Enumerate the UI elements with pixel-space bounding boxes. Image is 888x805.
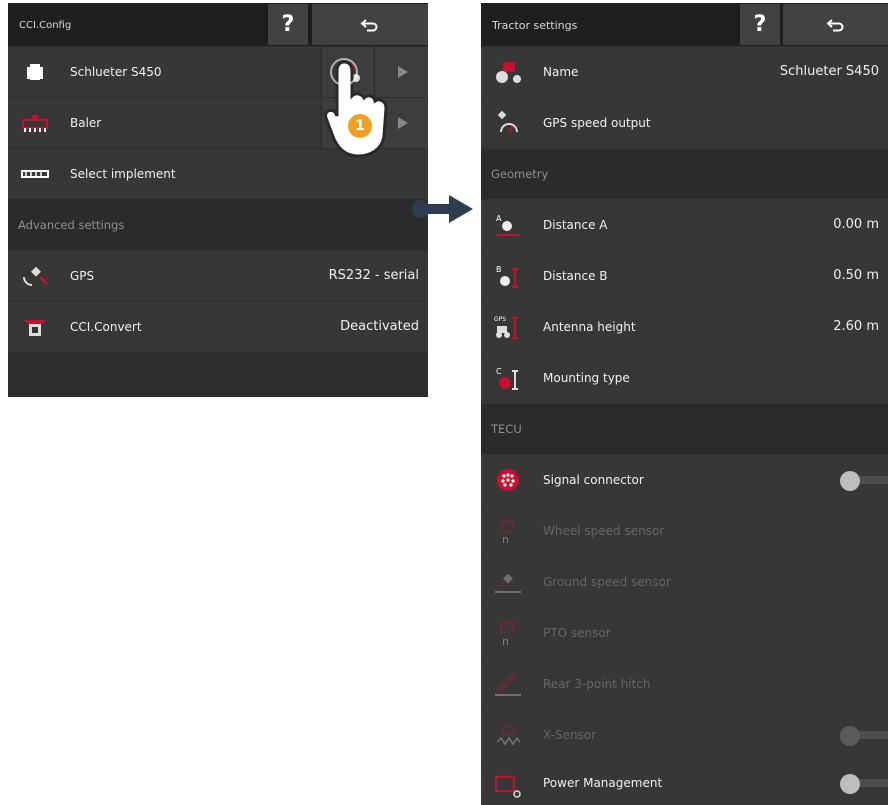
- distance-a-row[interactable]: A Distance A 0.00 m: [481, 200, 888, 250]
- tractor-name: Schlueter S450: [70, 65, 162, 79]
- power-management-label: Power Management: [543, 776, 663, 790]
- advanced-settings-header: Advanced settings: [8, 200, 428, 250]
- help-button[interactable]: ?: [740, 4, 780, 45]
- rear-hitch-row: Rear 3-point hitch: [481, 659, 888, 709]
- panel-title: CCI.Config: [19, 20, 72, 31]
- step-number-badge: 1: [348, 114, 372, 138]
- antenna-height-label: Antenna height: [543, 320, 636, 334]
- ground-speed-icon: [495, 573, 521, 593]
- gps-speed-output-row[interactable]: GPS speed output: [481, 98, 888, 148]
- pto-sensor-label: PTO sensor: [543, 626, 611, 640]
- help-button[interactable]: ?: [268, 4, 308, 45]
- power-management-toggle[interactable]: [840, 774, 888, 794]
- x-sensor-icon: [496, 724, 521, 746]
- signal-connector-toggle[interactable]: [840, 471, 888, 491]
- tractor-icon: [27, 64, 43, 80]
- ground-speed-label: Ground speed sensor: [543, 575, 671, 589]
- ground-speed-sensor-row: Ground speed sensor: [481, 557, 888, 607]
- rear-hitch-label: Rear 3-point hitch: [543, 677, 651, 691]
- tractor-settings-panel: Tractor settings ? Name Schlueter S450 G…: [481, 3, 888, 805]
- pto-sensor-icon: n: [500, 621, 514, 646]
- section-title: TECU: [491, 422, 522, 436]
- signal-connector-row[interactable]: Signal connector: [481, 455, 888, 505]
- x-sensor-label: X-Sensor: [543, 728, 597, 742]
- section-title: Geometry: [491, 167, 549, 181]
- mounting-type-row[interactable]: C Mounting type: [481, 353, 888, 403]
- back-button[interactable]: [312, 4, 428, 45]
- gps-speed-label: GPS speed output: [543, 116, 651, 130]
- svg-text:n: n: [502, 533, 509, 544]
- wheel-speed-sensor-row: n Wheel speed sensor: [481, 506, 888, 556]
- gps-satellite-icon: [23, 266, 49, 286]
- navigation-arrow-icon: [412, 195, 473, 223]
- svg-text:GPS: GPS: [494, 316, 506, 323]
- signal-connector-icon: [497, 469, 519, 491]
- svg-text:B: B: [496, 265, 502, 274]
- convert-device-icon: [24, 320, 46, 336]
- gps-speed-icon: [497, 110, 518, 133]
- panel-title: Tractor settings: [492, 19, 578, 32]
- distance-a-label: Distance A: [543, 218, 608, 232]
- cci-convert-value: Deactivated: [340, 319, 419, 334]
- mounting-type-icon: C: [496, 367, 518, 390]
- svg-text:n: n: [502, 635, 509, 646]
- geometry-header: Geometry: [481, 149, 888, 199]
- cci-convert-row[interactable]: CCI.Convert Deactivated: [8, 302, 428, 352]
- play-arrow-icon: [398, 117, 408, 129]
- play-arrow-icon: [398, 66, 408, 78]
- distance-b-icon: B: [496, 265, 518, 288]
- tecu-header: TECU: [481, 404, 888, 454]
- title-bar: Tractor settings ?: [481, 3, 888, 46]
- pointing-hand-icon: [324, 58, 388, 158]
- undo-arrow-icon: [360, 19, 378, 32]
- baler-name: Baler: [70, 116, 102, 130]
- implement-icon: [21, 170, 49, 178]
- section-title: Advanced settings: [18, 218, 125, 232]
- gps-value: RS232 - serial: [328, 268, 419, 283]
- name-value: Schlueter S450: [779, 64, 879, 79]
- battery-icon: [495, 775, 521, 798]
- baler-icon: [22, 115, 48, 132]
- wheel-speed-icon: n: [500, 519, 514, 544]
- x-sensor-row: X-Sensor: [481, 710, 888, 760]
- pto-sensor-row: n PTO sensor: [481, 608, 888, 658]
- undo-arrow-icon: [825, 19, 843, 32]
- select-implement-label: Select implement: [70, 167, 176, 181]
- signal-connector-label: Signal connector: [543, 473, 644, 487]
- gps-label: GPS: [70, 269, 95, 283]
- svg-text:A: A: [496, 214, 502, 223]
- back-button[interactable]: [783, 4, 888, 45]
- distance-b-label: Distance B: [543, 269, 608, 283]
- antenna-height-row[interactable]: GPS Antenna height 2.60 m: [481, 302, 888, 352]
- wheel-speed-label: Wheel speed sensor: [543, 524, 665, 538]
- name-row[interactable]: Name Schlueter S450: [481, 47, 888, 97]
- rear-hitch-icon: [495, 673, 521, 696]
- tractor-icon: [496, 62, 521, 83]
- title-bar: CCI.Config ?: [8, 3, 428, 46]
- svg-text:C: C: [496, 367, 502, 376]
- distance-a-icon: A: [496, 214, 519, 236]
- mounting-type-label: Mounting type: [543, 371, 630, 385]
- distance-a-value: 0.00 m: [833, 217, 879, 232]
- distance-b-row[interactable]: B Distance B 0.50 m: [481, 251, 888, 301]
- antenna-height-value: 2.60 m: [833, 319, 879, 334]
- power-management-row[interactable]: Power Management: [481, 761, 888, 805]
- antenna-height-icon: GPS: [494, 316, 518, 339]
- distance-b-value: 0.50 m: [833, 268, 879, 283]
- cci-convert-label: CCI.Convert: [70, 320, 142, 334]
- gps-row[interactable]: GPS RS232 - serial: [8, 251, 428, 301]
- name-label: Name: [543, 65, 579, 79]
- x-sensor-toggle: [840, 726, 888, 746]
